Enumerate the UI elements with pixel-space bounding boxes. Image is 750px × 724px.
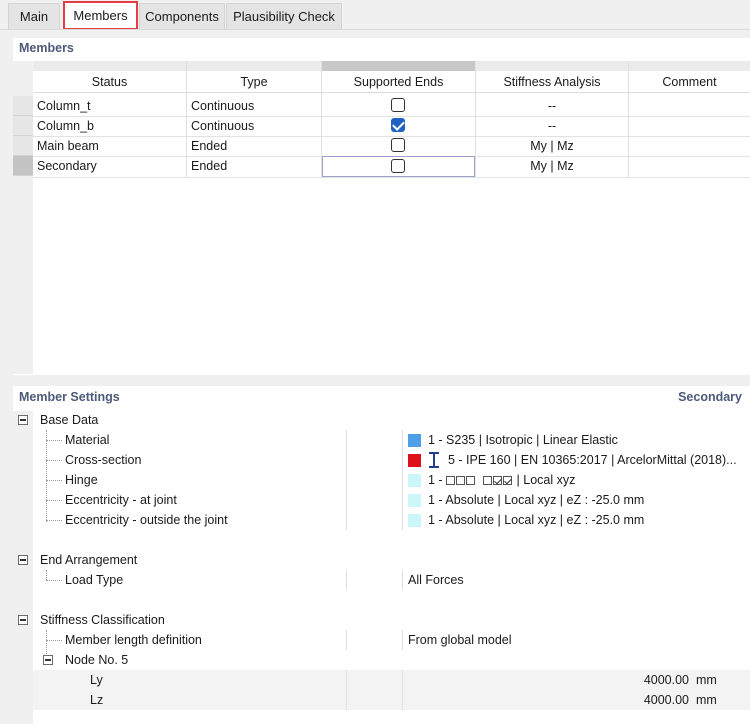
supported-ends-checkbox[interactable] — [391, 98, 405, 112]
hinge-color-swatch — [408, 474, 421, 487]
collapse-stiffness-classification-icon[interactable] — [18, 615, 28, 625]
i-beam-icon — [429, 452, 439, 468]
table-row-type[interactable]: Continuous — [191, 116, 254, 136]
cross-section-value[interactable]: 5 - IPE 160 | EN 10365:2017 | ArcelorMit… — [448, 450, 737, 470]
collapse-base-data-icon[interactable] — [18, 415, 28, 425]
eccentricity-outside-color-swatch — [408, 514, 421, 527]
eccentricity-joint-color-swatch — [408, 494, 421, 507]
ly-label: Ly — [90, 673, 103, 687]
row-header-selected[interactable] — [13, 156, 33, 176]
member-settings-panel: Member Settings Secondary Base Data Mate… — [13, 386, 750, 724]
member-settings-title: Member Settings — [19, 390, 120, 404]
cross-section-label: Cross-section — [65, 453, 142, 467]
hinge-label: Hinge — [65, 473, 98, 487]
row-header[interactable] — [13, 136, 33, 156]
length-definition-value[interactable]: From global model — [408, 630, 512, 650]
collapse-node-icon[interactable] — [43, 655, 53, 665]
table-row-type[interactable]: Ended — [191, 156, 227, 176]
section-end-arrangement: End Arrangement — [40, 553, 138, 567]
hinge-prefix: 1 - — [428, 473, 443, 487]
hinge-release-checked-icon — [493, 476, 503, 485]
supported-ends-checkbox[interactable] — [391, 159, 405, 173]
column-header-status[interactable]: Status — [33, 71, 186, 93]
load-type-label: Load Type — [65, 573, 124, 587]
hinge-release-box-icon — [446, 476, 456, 485]
table-row-stiffness[interactable]: My | Mz — [476, 136, 628, 156]
section-stiffness-classification: Stiffness Classification — [40, 613, 165, 627]
tab-bar: Main Members Components Plausibility Che… — [0, 0, 750, 30]
material-color-swatch — [408, 434, 421, 447]
table-row-type[interactable]: Continuous — [191, 96, 254, 116]
row-header[interactable] — [13, 116, 33, 136]
ly-value[interactable]: 4000.00 — [573, 670, 689, 690]
selected-member-name: Secondary — [678, 390, 742, 404]
column-header-comment[interactable]: Comment — [629, 71, 750, 93]
tab-main[interactable]: Main — [8, 3, 60, 29]
supported-ends-checkbox-checked[interactable] — [391, 118, 405, 132]
table-row-status[interactable]: Column_b — [37, 116, 94, 136]
material-value[interactable]: 1 - S235 | Isotropic | Linear Elastic — [428, 430, 618, 450]
column-header-stiffness-analysis[interactable]: Stiffness Analysis — [476, 71, 628, 93]
eccentricity-outside-value[interactable]: 1 - Absolute | Local xyz | eZ : -25.0 mm — [428, 510, 644, 530]
lz-unit: mm — [696, 693, 717, 707]
collapse-end-arrangement-icon[interactable] — [18, 555, 28, 565]
cross-section-color-swatch — [408, 454, 421, 467]
eccentricity-joint-value[interactable]: 1 - Absolute | Local xyz | eZ : -25.0 mm — [428, 490, 644, 510]
supported-ends-checkbox[interactable] — [391, 138, 405, 152]
hinge-release-box-icon — [466, 476, 476, 485]
table-row-status[interactable]: Main beam — [37, 136, 99, 156]
node-label: Node No. 5 — [65, 653, 129, 667]
hinge-release-checked-icon — [503, 476, 513, 485]
hinge-release-box-icon — [483, 476, 493, 485]
table-row-type[interactable]: Ended — [191, 136, 227, 156]
tab-members[interactable]: Members — [63, 1, 138, 30]
table-row-status[interactable]: Column_t — [37, 96, 91, 116]
hinge-release-box-icon — [456, 476, 466, 485]
hinge-suffix: | Local xyz — [516, 473, 576, 487]
ly-unit: mm — [696, 673, 717, 687]
members-table: Status Type Supported Ends Stiffness Ana… — [13, 61, 750, 374]
members-panel-title: Members — [19, 41, 74, 55]
tab-divider — [0, 29, 750, 30]
table-row-stiffness[interactable]: -- — [476, 116, 628, 136]
members-panel: Members Status Type Supported Ends Stiff… — [13, 38, 750, 375]
tab-components[interactable]: Components — [139, 3, 225, 29]
table-row-stiffness[interactable]: My | Mz — [476, 156, 628, 176]
eccentricity-outside-label: Eccentricity - outside the joint — [65, 513, 228, 527]
lz-value[interactable]: 4000.00 — [573, 690, 689, 710]
column-header-supported-ends[interactable]: Supported Ends — [322, 71, 475, 93]
column-header-type[interactable]: Type — [187, 71, 321, 93]
lz-label: Lz — [90, 693, 104, 707]
tab-plausibility-check[interactable]: Plausibility Check — [226, 3, 342, 29]
section-base-data: Base Data — [40, 413, 99, 427]
table-row-status[interactable]: Secondary — [37, 156, 97, 176]
material-label: Material — [65, 433, 110, 447]
eccentricity-joint-label: Eccentricity - at joint — [65, 493, 177, 507]
load-type-value[interactable]: All Forces — [408, 570, 464, 590]
table-row-stiffness[interactable]: -- — [476, 96, 628, 116]
length-definition-label: Member length definition — [65, 633, 202, 647]
row-header[interactable] — [13, 96, 33, 116]
hinge-value[interactable]: 1 - | Local xyz — [428, 470, 575, 490]
